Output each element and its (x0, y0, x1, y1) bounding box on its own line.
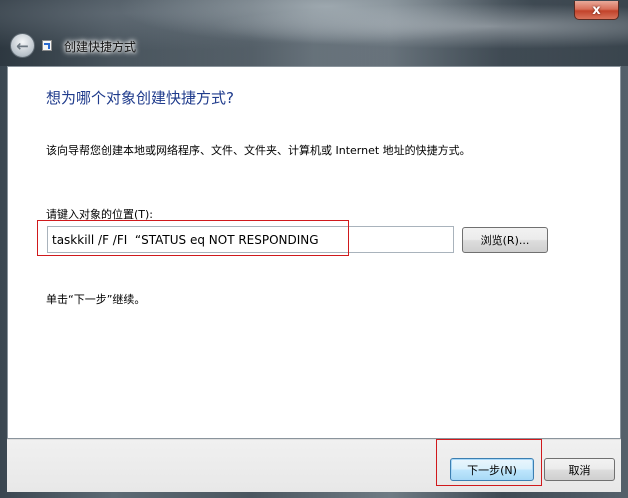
close-icon: x (592, 2, 601, 18)
close-button[interactable]: x (574, 1, 619, 20)
next-button[interactable]: 下一步(N) (450, 458, 534, 481)
location-input[interactable] (47, 226, 454, 253)
hint-text: 单击“下一步”继续。 (46, 293, 146, 306)
cancel-button[interactable]: 取消 (544, 458, 615, 481)
shortcut-wizard-icon (42, 40, 52, 51)
location-label: 请键入对象的位置(T): (46, 208, 154, 221)
window-title: 创建快捷方式 (64, 40, 137, 54)
back-arrow-icon: ← (16, 36, 29, 55)
browse-button[interactable]: 浏览(R)... (462, 227, 548, 253)
back-button[interactable]: ← (10, 33, 35, 58)
page-description: 该向导帮您创建本地或网络程序、文件、文件夹、计算机或 Internet 地址的快… (46, 144, 471, 157)
page-heading: 想为哪个对象创建快捷方式? (46, 89, 234, 107)
